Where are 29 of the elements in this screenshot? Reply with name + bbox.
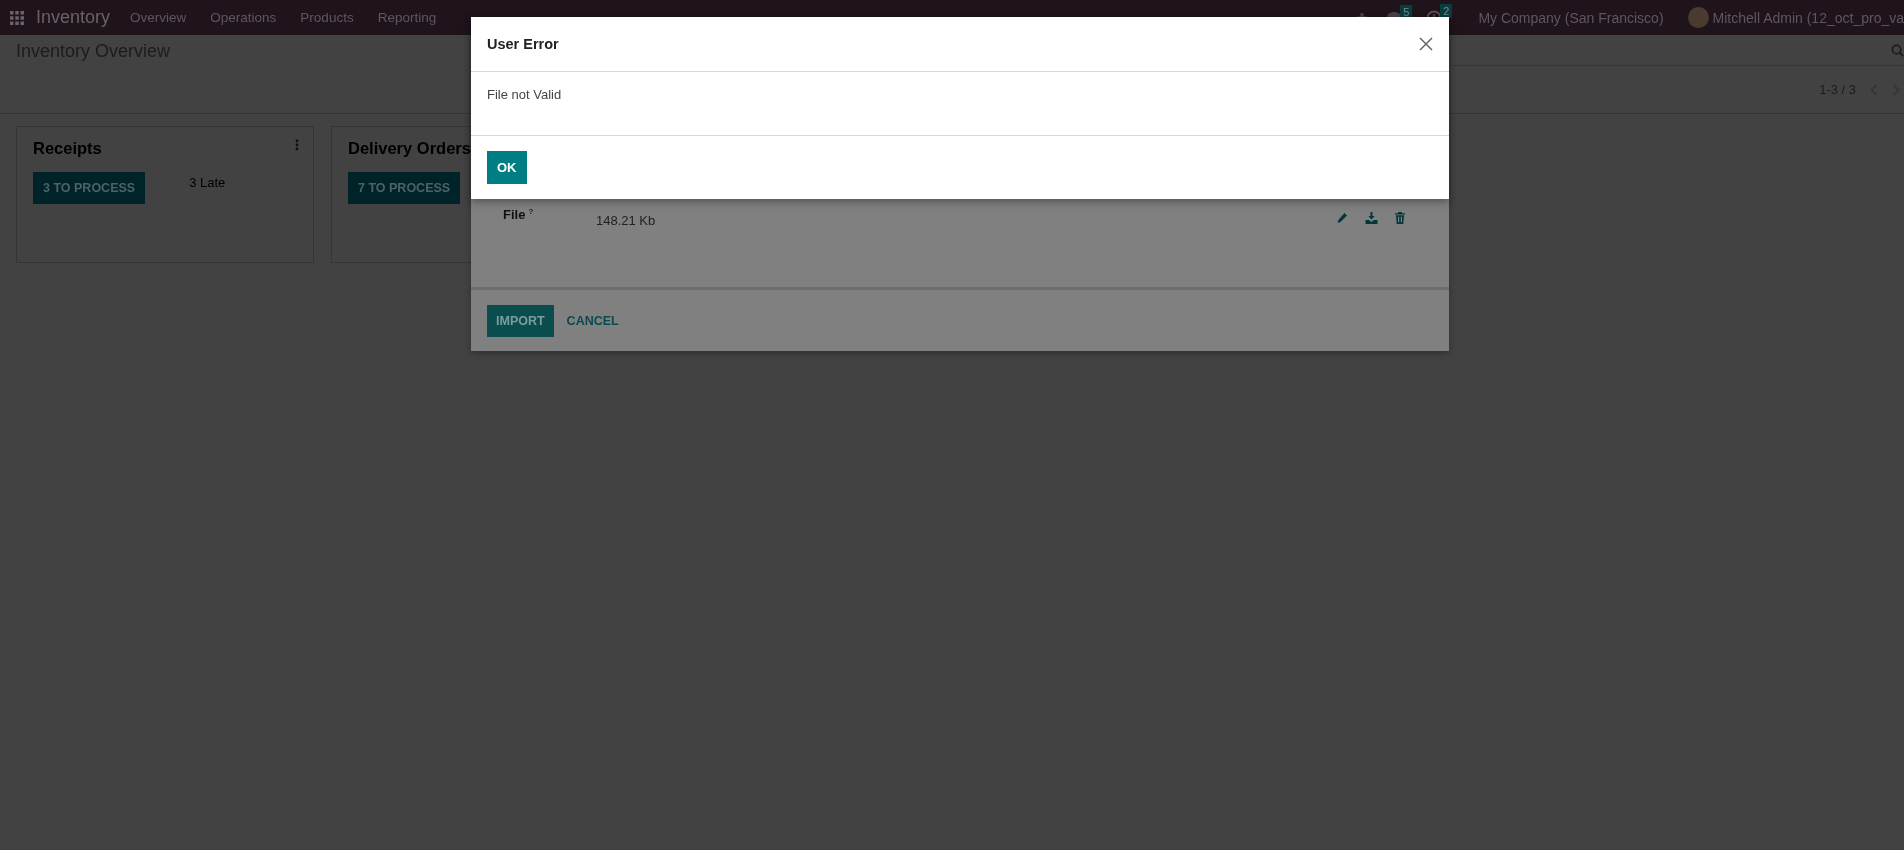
error-message: File not Valid (487, 87, 562, 102)
file-size: 148.21 Kb (596, 213, 657, 228)
trash-icon[interactable] (1395, 212, 1405, 224)
search-icon[interactable] (1891, 43, 1904, 57)
avatar[interactable] (1687, 7, 1709, 28)
activity-count-badge: 2 (1440, 3, 1453, 18)
dialog-title: User Error (487, 36, 559, 52)
dialog-button[interactable]: IMPORT (487, 304, 554, 337)
card-title[interactable]: Receipts (33, 139, 102, 158)
menu-item[interactable]: Overview (130, 10, 187, 25)
dialog-button[interactable]: OK (487, 151, 527, 184)
menu-item[interactable]: Operations (210, 10, 277, 25)
menu-item[interactable]: Products (300, 10, 354, 25)
pencil-icon[interactable] (1336, 212, 1348, 224)
app-name[interactable]: Inventory (36, 7, 111, 28)
to-process-button[interactable]: 3 TO PROCESS (33, 172, 146, 204)
apps-grid-icon[interactable] (10, 10, 24, 25)
message-count-badge: 5 (1400, 4, 1413, 19)
card-title[interactable]: Delivery Orders (348, 139, 471, 158)
user-menu[interactable]: Mitchell Admin (12_oct_pro_va (1712, 9, 1904, 26)
company-switcher[interactable]: My Company (San Francisco) (1478, 9, 1664, 26)
dialog-button[interactable]: CANCEL (566, 309, 619, 332)
menu-item[interactable]: Reporting (377, 10, 437, 25)
to-process-button[interactable]: 7 TO PROCESS (348, 172, 461, 204)
late-link[interactable]: 3 Late (189, 175, 226, 190)
kebab-menu-icon[interactable] (295, 139, 299, 151)
close-icon[interactable] (1419, 37, 1433, 51)
download-icon[interactable] (1365, 212, 1378, 224)
field-label: File $^{?}$ (503, 207, 535, 223)
